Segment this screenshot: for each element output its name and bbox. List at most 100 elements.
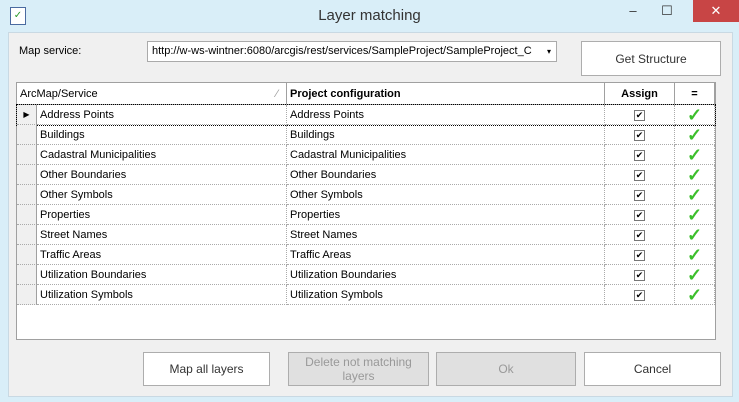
minimize-button[interactable]: ‒ [618,0,648,22]
assign-cell[interactable]: ✔ [605,185,675,205]
project-config-cell[interactable]: Traffic Areas [287,245,605,265]
row-header[interactable] [17,185,37,205]
assign-checkbox[interactable]: ✔ [634,209,645,221]
row-header[interactable] [17,225,37,245]
service-layer-cell[interactable]: Other Boundaries [37,165,287,185]
row-header[interactable]: ▶ [17,105,37,125]
assign-cell[interactable]: ✔ [605,245,675,265]
delete-not-matching-layers-button[interactable]: Delete not matching layers [288,352,429,386]
assign-checkbox[interactable]: ✔ [634,229,645,241]
chevron-down-icon[interactable]: ▾ [547,42,551,61]
row-header[interactable] [17,165,37,185]
match-cell: ✓ [675,285,715,305]
map-service-value: http://w-ws-wintner:6080/arcgis/rest/ser… [152,45,532,57]
project-config-cell[interactable]: Other Boundaries [287,165,605,185]
green-check-icon: ✓ [686,145,703,165]
row-header[interactable] [17,285,37,305]
assign-checkbox[interactable]: ✔ [634,189,645,201]
map-service-dropdown[interactable]: http://w-ws-wintner:6080/arcgis/rest/ser… [147,41,557,62]
assign-checkbox[interactable]: ✔ [634,169,645,181]
assign-checkbox[interactable]: ✔ [634,249,645,261]
assign-checkbox[interactable]: ✔ [634,149,645,161]
assign-cell[interactable]: ✔ [605,225,675,245]
table-row[interactable]: Buildings Buildings ✔ ✓ [17,125,715,145]
service-layer-cell[interactable]: Other Symbols [37,185,287,205]
service-layer-cell[interactable]: Street Names [37,225,287,245]
assign-cell[interactable]: ✔ [605,125,675,145]
match-cell: ✓ [675,125,715,145]
assign-cell[interactable]: ✔ [605,145,675,165]
row-header[interactable] [17,125,37,145]
green-check-icon: ✓ [686,185,703,205]
service-layer-cell[interactable]: Cadastral Municipalities [37,145,287,165]
map-all-layers-button[interactable]: Map all layers [143,352,270,386]
green-check-icon: ✓ [686,105,703,125]
assign-checkbox[interactable]: ✔ [634,269,645,281]
assign-cell[interactable]: ✔ [605,165,675,185]
row-header[interactable] [17,145,37,165]
service-layer-cell[interactable]: Utilization Boundaries [37,265,287,285]
table-row[interactable]: Utilization Symbols Utilization Symbols … [17,285,715,305]
table-row[interactable]: Other Boundaries Other Boundaries ✔ ✓ [17,165,715,185]
green-check-icon: ✓ [686,205,703,225]
assign-cell[interactable]: ✔ [605,285,675,305]
assign-checkbox[interactable]: ✔ [634,109,645,121]
green-check-icon: ✓ [686,245,703,265]
maximize-button[interactable]: ☐ [652,0,682,22]
project-config-cell[interactable]: Utilization Symbols [287,285,605,305]
match-cell: ✓ [675,145,715,165]
table-row[interactable]: Street Names Street Names ✔ ✓ [17,225,715,245]
project-config-cell[interactable]: Cadastral Municipalities [287,145,605,165]
project-config-cell[interactable]: Properties [287,205,605,225]
header-match[interactable]: = [675,83,715,105]
match-cell: ✓ [675,205,715,225]
match-cell: ✓ [675,185,715,205]
row-header[interactable] [17,265,37,285]
project-config-cell[interactable]: Other Symbols [287,185,605,205]
service-layer-cell[interactable]: Properties [37,205,287,225]
green-check-icon: ✓ [686,285,703,305]
match-cell: ✓ [675,165,715,185]
green-check-icon: ✓ [686,225,703,245]
table-row[interactable]: Traffic Areas Traffic Areas ✔ ✓ [17,245,715,265]
assign-cell[interactable]: ✔ [605,265,675,285]
assign-checkbox[interactable]: ✔ [634,289,645,301]
table-row[interactable]: Utilization Boundaries Utilization Bound… [17,265,715,285]
match-cell: ✓ [675,265,715,285]
project-config-cell[interactable]: Address Points [287,105,605,125]
table-row[interactable]: Properties Properties ✔ ✓ [17,205,715,225]
service-layer-cell[interactable]: Utilization Symbols [37,285,287,305]
cancel-button[interactable]: Cancel [584,352,721,386]
project-config-cell[interactable]: Street Names [287,225,605,245]
service-layer-cell[interactable]: Address Points [37,105,287,125]
header-arcmap-service[interactable]: ArcMap/Service ⁄ [17,83,287,105]
assign-cell[interactable]: ✔ [605,205,675,225]
grid-header: ArcMap/Service ⁄ Project configuration As… [17,83,715,105]
green-check-icon: ✓ [686,265,703,285]
table-row[interactable]: ▶ Address Points Address Points ✔ ✓ [16,104,716,126]
project-config-cell[interactable]: Utilization Boundaries [287,265,605,285]
match-cell: ✓ [675,105,715,125]
get-structure-button[interactable]: Get Structure [581,41,721,76]
sort-icon: ⁄ [276,88,278,100]
green-check-icon: ✓ [686,125,703,145]
table-row[interactable]: Cadastral Municipalities Cadastral Munic… [17,145,715,165]
project-config-cell[interactable]: Buildings [287,125,605,145]
green-check-icon: ✓ [686,165,703,185]
service-layer-cell[interactable]: Traffic Areas [37,245,287,265]
match-cell: ✓ [675,245,715,265]
layer-grid[interactable]: ArcMap/Service ⁄ Project configuration As… [16,82,716,340]
current-row-icon: ▶ [23,110,30,119]
ok-button[interactable]: Ok [436,352,576,386]
header-assign[interactable]: Assign [605,83,675,105]
map-service-label: Map service: [19,45,82,57]
assign-checkbox[interactable]: ✔ [634,129,645,141]
close-button[interactable]: ✕ [693,0,739,22]
table-row[interactable]: Other Symbols Other Symbols ✔ ✓ [17,185,715,205]
row-header[interactable] [17,205,37,225]
header-project-configuration[interactable]: Project configuration [287,83,605,105]
match-cell: ✓ [675,225,715,245]
service-layer-cell[interactable]: Buildings [37,125,287,145]
row-header[interactable] [17,245,37,265]
assign-cell[interactable]: ✔ [605,105,675,125]
